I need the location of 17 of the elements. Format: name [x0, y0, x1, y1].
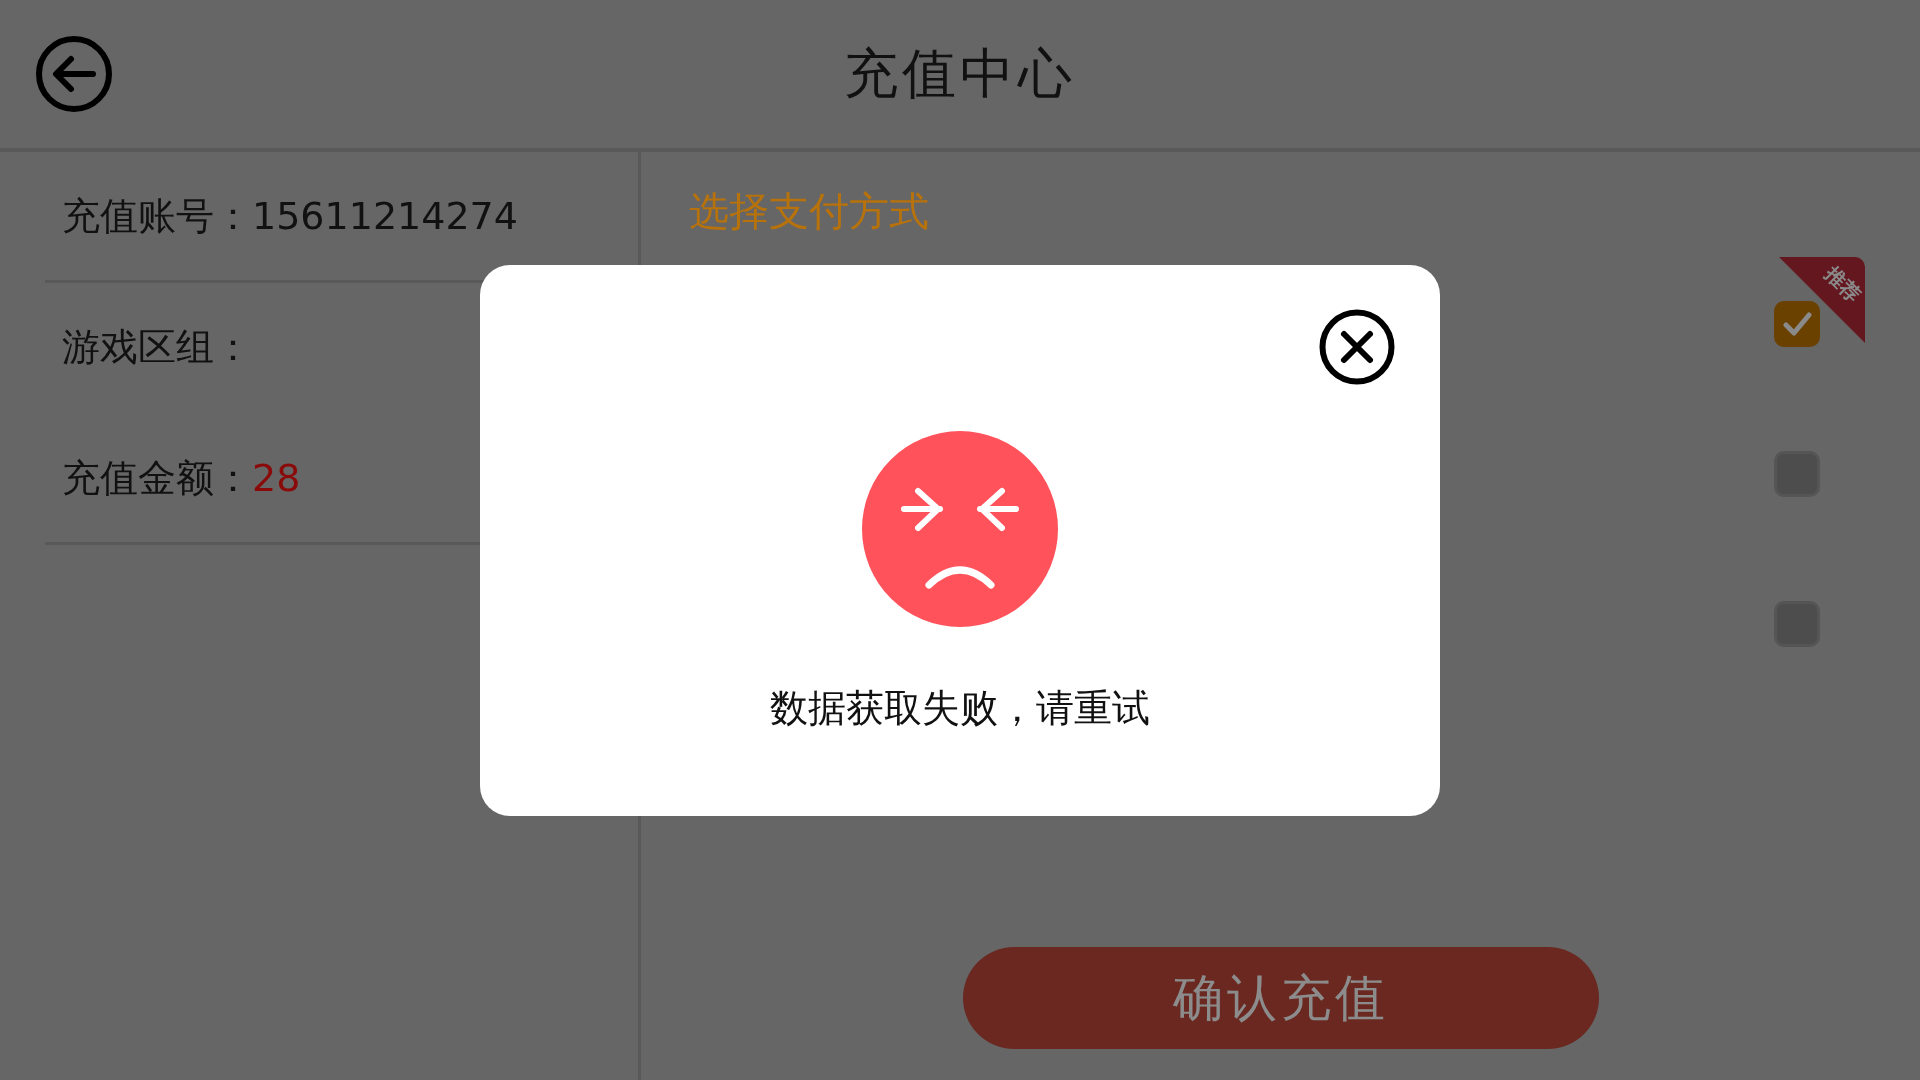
payment-checkbox[interactable] [1774, 601, 1820, 647]
section-title: 选择支付方式 [688, 187, 930, 236]
info-label: 充值金额： [62, 454, 252, 502]
amount-value: 28 [252, 456, 301, 500]
close-icon [1319, 308, 1395, 385]
confirm-button[interactable]: 确认充值 [962, 947, 1599, 1049]
info-value: 15611214274 [252, 194, 518, 238]
check-icon [1782, 309, 1812, 339]
close-button[interactable] [1319, 308, 1395, 385]
error-message: 数据获取失败，请重试 [770, 684, 1150, 732]
payment-checkbox[interactable] [1774, 451, 1820, 497]
back-button[interactable] [35, 35, 113, 113]
info-label: 游戏区组： [62, 323, 252, 371]
info-label: 充值账号： [62, 192, 252, 240]
sad-face-icon [862, 430, 1058, 627]
payment-checkbox[interactable] [1774, 301, 1820, 347]
page-title: 充值中心 [844, 40, 1076, 107]
